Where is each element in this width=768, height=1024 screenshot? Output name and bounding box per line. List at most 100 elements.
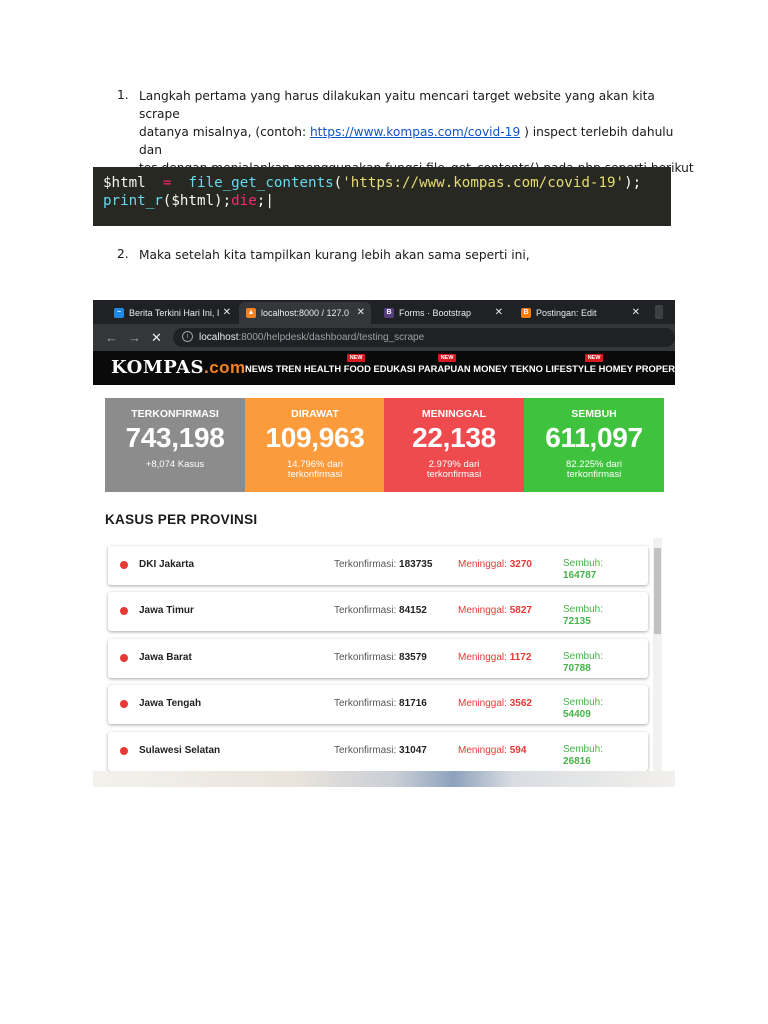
- bootstrap-favicon-icon: B: [384, 308, 394, 318]
- province-row[interactable]: DKI Jakarta Terkonfirmasi: 183735 Mening…: [108, 546, 648, 585]
- province-konfirmasi: Terkonfirmasi: 81716: [334, 698, 427, 709]
- kompas-logo[interactable]: KOMPAS.com: [111, 357, 246, 378]
- stat-sub-line-1: +8,074 Kasus: [145, 459, 205, 470]
- address-bar-row: ← → ✕ i localhost:8000/helpdesk/dashboar…: [93, 324, 675, 351]
- kompas-logo-main: KOMPAS: [111, 357, 204, 378]
- forward-arrow-icon[interactable]: →: [128, 330, 141, 345]
- code-string-url: 'https://www.kompas.com/covid-19': [342, 175, 625, 191]
- status-dot-icon: [120, 700, 128, 708]
- browser-tab-kompas[interactable]: ~ Berita Terkini Hari Ini, I ✕: [107, 302, 237, 324]
- stat-dirawat: DIRAWAT 109,963 14.796% dari terkonfirmas…: [245, 398, 385, 492]
- sembuh-label: Sembuh:: [563, 604, 604, 615]
- province-meninggal: Meninggal: 1172: [458, 652, 531, 663]
- meninggal-value: 3270: [509, 559, 532, 570]
- step-1-line-2: datanya misalnya, (contoh: https://www.k…: [139, 123, 699, 159]
- konfirmasi-label: Terkonfirmasi:: [334, 605, 400, 616]
- stat-sub-line-2: terkonfirmasi: [566, 469, 622, 480]
- kompas-logo-dotcom: .com: [203, 358, 246, 377]
- province-name: Jawa Barat: [139, 652, 192, 663]
- kompas-favicon-icon: ~: [114, 308, 124, 318]
- browser-tab-label: localhost:8000 / 127.0: [261, 308, 350, 318]
- step-2-text: Maka setelah kita tampilkan kurang lebih…: [139, 248, 530, 262]
- province-name: DKI Jakarta: [139, 559, 195, 570]
- back-arrow-icon[interactable]: ←: [105, 330, 118, 345]
- browser-tab-localhost[interactable]: ▲ localhost:8000 / 127.0 ✕: [239, 302, 371, 324]
- stat-title: SEMBUH: [571, 408, 617, 420]
- stat-sub: 14.796% dari terkonfirmasi: [245, 460, 385, 480]
- sembuh-label: Sembuh:: [563, 558, 604, 569]
- embedded-screenshot: ~ Berita Terkini Hari Ini, I ✕ ▲ localho…: [93, 300, 675, 787]
- stat-meninggal: MENINGGAL 22,138 2.979% dari terkonfirmas…: [384, 398, 524, 492]
- province-row[interactable]: Jawa Timur Terkonfirmasi: 84152 Meningga…: [108, 592, 648, 631]
- status-dot-icon: [120, 561, 128, 569]
- sembuh-label: Sembuh:: [563, 697, 604, 708]
- kompas-covid-link[interactable]: https://www.kompas.com/covid-19: [310, 125, 520, 139]
- kompas-header: KOMPAS.com NEW NEW NEW NEWS TREN HEALTH …: [93, 351, 675, 385]
- code-var-html: $html: [103, 175, 146, 191]
- stat-title: TERKONFIRMASI: [131, 408, 219, 420]
- province-meninggal: Meninggal: 5827: [458, 605, 532, 616]
- info-icon[interactable]: i: [182, 331, 193, 342]
- province-row[interactable]: Sulawesi Selatan Terkonfirmasi: 31047 Me…: [108, 732, 648, 771]
- stat-sub: 2.979% dari terkonfirmasi: [384, 460, 524, 480]
- browser-tab-label: Postingan: Edit: [536, 308, 597, 318]
- province-row[interactable]: Jawa Tengah Terkonfirmasi: 81716 Meningg…: [108, 685, 648, 724]
- stat-terkonfirmasi: TERKONFIRMASI 743,198 +8,074 Kasus: [105, 398, 245, 492]
- new-badge: NEW: [347, 354, 365, 362]
- phpmyadmin-favicon-icon: ▲: [246, 308, 256, 318]
- sembuh-value: 26816: [563, 756, 591, 767]
- url-input[interactable]: i localhost:8000/helpdesk/dashboard/test…: [173, 328, 675, 347]
- sembuh-label: Sembuh:: [563, 744, 604, 755]
- konfirmasi-label: Terkonfirmasi:: [334, 652, 400, 663]
- new-badge: NEW: [585, 354, 603, 362]
- scrollbar[interactable]: [653, 538, 662, 778]
- close-icon[interactable]: ✕: [223, 307, 231, 318]
- province-name: Jawa Tengah: [139, 698, 202, 709]
- close-icon[interactable]: ✕: [632, 307, 640, 318]
- stop-icon[interactable]: ✕: [151, 330, 162, 346]
- meninggal-label: Meninggal:: [458, 559, 510, 570]
- province-konfirmasi: Terkonfirmasi: 83579: [334, 652, 427, 663]
- sembuh-value: 164787: [563, 570, 597, 581]
- province-meninggal: Meninggal: 594: [458, 745, 526, 756]
- stat-value: 611,097: [545, 422, 643, 453]
- cropped-photo-strip: [93, 771, 675, 787]
- sembuh-value: 54409: [563, 709, 591, 720]
- meninggal-value: 1172: [509, 652, 532, 663]
- step-1-line-2-before: datanya misalnya, (contoh:: [139, 125, 310, 139]
- meninggal-label: Meninggal:: [458, 652, 510, 663]
- browser-tab-bar: ~ Berita Terkini Hari Ini, I ✕ ▲ localho…: [93, 300, 675, 324]
- browser-tab-blogger[interactable]: B Postingan: Edit ✕: [514, 302, 646, 324]
- close-icon[interactable]: ✕: [357, 307, 365, 318]
- new-badge: NEW: [438, 354, 456, 362]
- sembuh-label: Sembuh:: [563, 651, 604, 662]
- stat-title: DIRAWAT: [291, 408, 339, 420]
- stat-sembuh: SEMBUH 611,097 82.225% dari terkonfirmasi: [524, 398, 664, 492]
- stat-sub: +8,074 Kasus: [105, 460, 245, 470]
- code-func-print-r: print_r: [103, 193, 163, 209]
- konfirmasi-value: 84152: [399, 605, 427, 616]
- code-open-paren: (: [333, 175, 343, 191]
- kompas-nav-menu[interactable]: NEWS TREN HEALTH FOOD EDUKASI PARAPUAN M…: [245, 363, 675, 374]
- province-meninggal: Meninggal: 3270: [458, 559, 532, 570]
- scrollbar-thumb[interactable]: [654, 548, 661, 634]
- new-tab-icon[interactable]: [655, 305, 663, 319]
- meninggal-value: 594: [509, 745, 527, 756]
- code-keyword-die: die: [231, 193, 257, 209]
- meninggal-value: 5827: [509, 605, 532, 616]
- close-icon[interactable]: ✕: [495, 307, 503, 318]
- step-1-line-1: Langkah pertama yang harus dilakukan yai…: [139, 89, 655, 121]
- province-row[interactable]: Jawa Barat Terkonfirmasi: 83579 Meningga…: [108, 639, 648, 678]
- code-close: );: [624, 175, 642, 191]
- konfirmasi-label: Terkonfirmasi:: [334, 745, 400, 756]
- url-host: localhost: [199, 332, 239, 343]
- konfirmasi-label: Terkonfirmasi:: [334, 698, 400, 709]
- konfirmasi-value: 31047: [399, 745, 427, 756]
- konfirmasi-value: 81716: [399, 698, 427, 709]
- status-dot-icon: [120, 747, 128, 755]
- province-konfirmasi: Terkonfirmasi: 183735: [334, 559, 432, 570]
- konfirmasi-value: 83579: [399, 652, 427, 663]
- province-konfirmasi: Terkonfirmasi: 31047: [334, 745, 427, 756]
- browser-tab-bootstrap[interactable]: B Forms · Bootstrap ✕: [377, 302, 509, 324]
- status-dot-icon: [120, 654, 128, 662]
